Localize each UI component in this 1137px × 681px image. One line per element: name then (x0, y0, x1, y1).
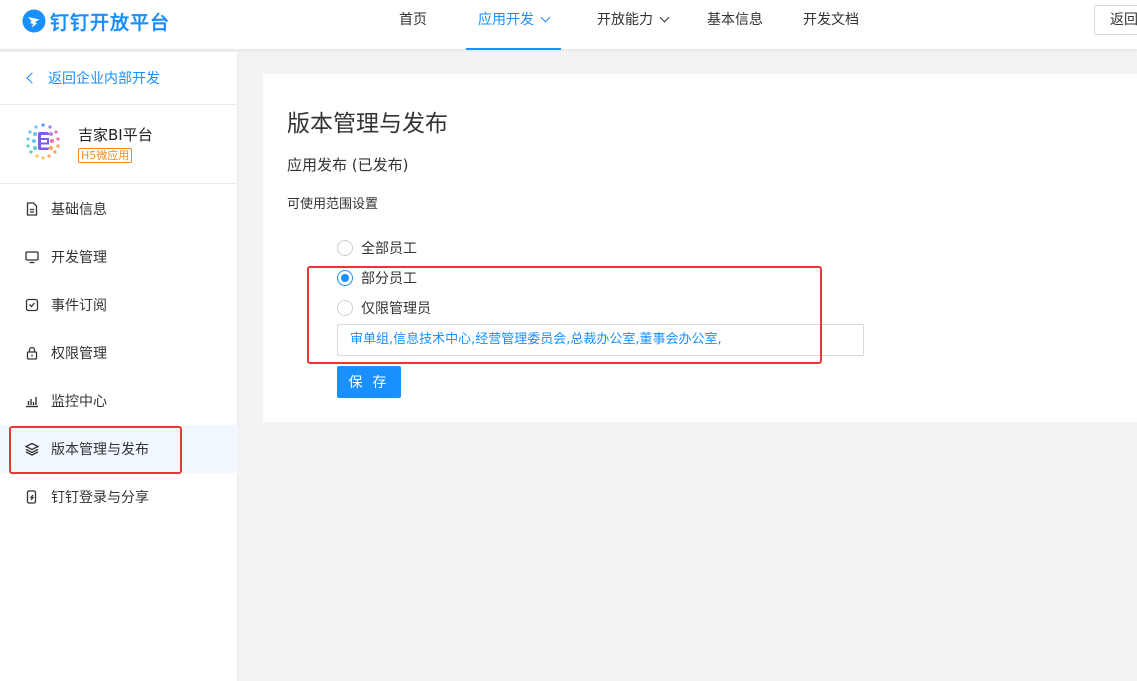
section-title: 应用发布 (已发布) (287, 156, 409, 174)
annotation-box-scope (307, 266, 822, 364)
sidebar-item-label: 监控中心 (51, 394, 107, 410)
header-back-button[interactable]: 返回 (1094, 5, 1137, 35)
back-to-internal-dev-link[interactable]: 返回企业内部开发 (0, 52, 238, 105)
sidebar-item-label: 基础信息 (51, 202, 107, 218)
app-info: 吉家BI平台 H5微应用 (0, 106, 238, 184)
chevron-down-icon (659, 12, 670, 23)
chevron-down-icon (540, 12, 551, 23)
sidebar-item-label: 权限管理 (51, 346, 107, 362)
sidebar-item-basic-info[interactable]: 基础信息 (0, 185, 238, 233)
phone-share-icon (24, 489, 40, 505)
nav-home[interactable]: 首页 (399, 0, 427, 50)
radio-button[interactable] (337, 240, 353, 256)
app-type-badge: H5微应用 (78, 148, 133, 163)
nav-dev-docs[interactable]: 开发文档 (803, 0, 859, 50)
save-button[interactable]: 保 存 (337, 366, 401, 398)
sidebar-item-dev-management[interactable]: 开发管理 (0, 233, 238, 281)
sidebar-item-label: 开发管理 (51, 250, 107, 266)
back-link-label: 返回企业内部开发 (48, 71, 160, 87)
nav-basic-info-label: 基本信息 (707, 12, 763, 28)
radio-label: 全部员工 (361, 241, 417, 257)
sidebar-item-monitoring[interactable]: 监控中心 (0, 377, 238, 425)
sidebar: 返回企业内部开发 吉家BI平台 H5微应用 基础信息 开发管理 事件订阅 权限管… (0, 52, 238, 681)
chevron-left-icon (26, 72, 38, 84)
logo-text: 钉钉开放平台 (50, 11, 171, 34)
nav-app-dev-label: 应用开发 (478, 12, 534, 28)
sidebar-item-dingtalk-login-share[interactable]: 钉钉登录与分享 (0, 473, 238, 521)
nav-open-capabilities-label: 开放能力 (597, 12, 653, 28)
sidebar-item-label: 钉钉登录与分享 (51, 490, 149, 506)
radio-all-employees[interactable]: 全部员工 (337, 237, 417, 259)
dingtalk-logo-icon (22, 9, 46, 33)
dingtalk-logo[interactable]: 钉钉开放平台 (22, 8, 170, 34)
sidebar-item-label: 事件订阅 (51, 298, 107, 314)
annotation-box-sidebar (9, 426, 182, 474)
monitor-icon (24, 249, 40, 265)
document-icon (24, 201, 40, 217)
nav-home-label: 首页 (399, 12, 427, 28)
nav-open-capabilities[interactable]: 开放能力 (597, 0, 670, 50)
version-release-panel: 版本管理与发布 应用发布 (已发布) 可使用范围设置 全部员工 部分员工 仅限管… (263, 74, 1137, 422)
nav-dev-docs-label: 开发文档 (803, 12, 859, 28)
sidebar-item-event-subscription[interactable]: 事件订阅 (0, 281, 238, 329)
nav-app-dev[interactable]: 应用开发 (466, 0, 561, 50)
top-navigation-bar: 钉钉开放平台 首页 应用开发 开放能力 基本信息 开发文档 返回 (0, 0, 1137, 50)
page-title: 版本管理与发布 (287, 111, 448, 137)
usage-range-label: 可使用范围设置 (287, 197, 379, 212)
nav-basic-info[interactable]: 基本信息 (707, 0, 763, 50)
lock-icon (24, 345, 40, 361)
bar-chart-icon (24, 393, 40, 409)
app-name: 吉家BI平台 (78, 126, 153, 144)
sidebar-item-permissions[interactable]: 权限管理 (0, 329, 238, 377)
app-logo-icon (26, 123, 60, 160)
subscribe-icon (24, 297, 40, 313)
